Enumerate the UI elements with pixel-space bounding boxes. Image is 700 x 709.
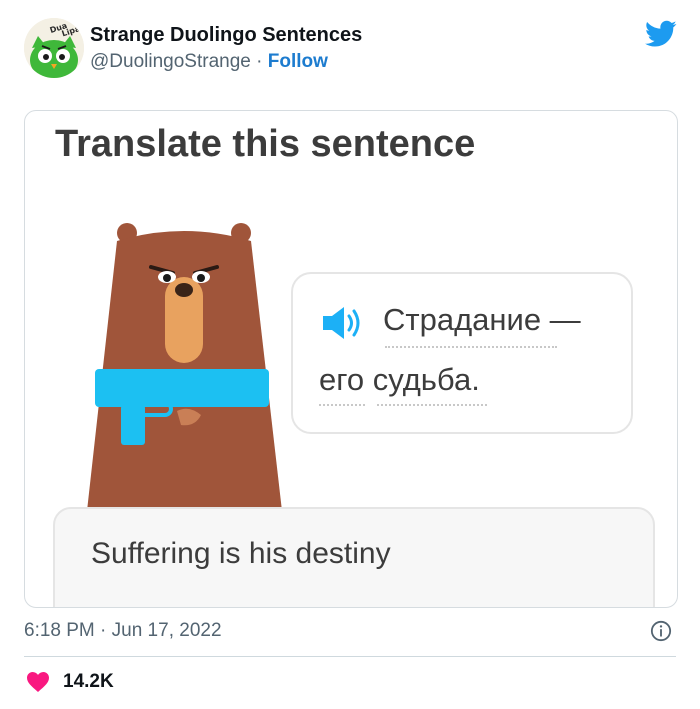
owl-avatar-image: Dua Lipa [24,18,84,78]
hint-underline [319,404,365,406]
media-image[interactable]: Translate this sentence Страдание — его … [24,110,678,608]
heart-icon[interactable] [26,671,50,693]
source-sentence-line2: его судьба. [319,362,480,397]
handle-separator: · [256,51,263,72]
avatar[interactable]: Dua Lipa [24,18,84,78]
author-name[interactable]: Strange Duolingo Sentences [90,24,362,47]
speaker-icon[interactable] [319,304,363,342]
prompt-title: Translate this sentence [55,123,476,165]
like-count[interactable]: 14.2K [63,671,114,693]
twitter-bird-icon[interactable] [645,20,677,48]
follow-button[interactable]: Follow [268,51,328,72]
answer-text: Suffering is his destiny [91,537,391,570]
hint-underline [385,346,557,348]
hint-underline [377,404,487,406]
answer-field[interactable]: Suffering is his destiny [53,507,655,607]
tweet-card: Dua Lipa Strange Duolingo Sentences @Duo… [0,0,700,709]
tweet-timestamp[interactable]: 6:18 PM · Jun 17, 2022 [24,620,222,642]
source-sentence-line1: Страдание — [383,302,581,337]
info-icon[interactable] [650,620,672,642]
author-handle[interactable]: @DuolingoStrange [90,51,251,72]
handle-line: @DuolingoStrange · Follow [90,51,328,73]
speech-bubble: Страдание — его судьба. [291,272,633,434]
divider [24,656,676,657]
